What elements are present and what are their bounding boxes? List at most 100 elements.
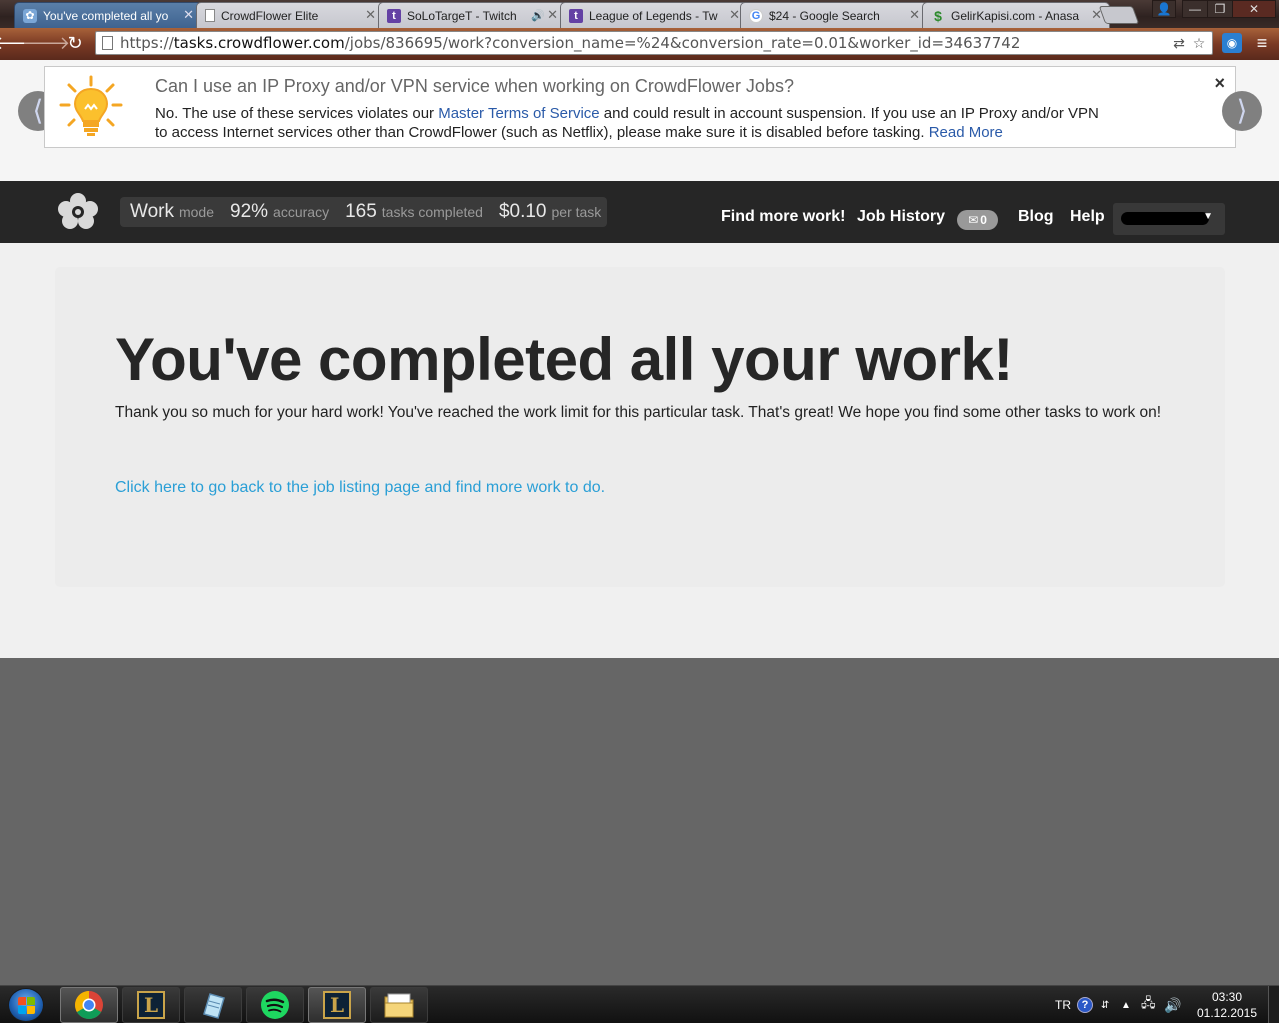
taskbar-league-client[interactable]: L [308, 987, 366, 1023]
crowdflower-logo-icon[interactable] [54, 191, 102, 231]
worker-stats-bar: Work mode 92% accuracy 165 tasks completed … [120, 197, 607, 227]
forward-arrow-icon[interactable]: 🡒 [22, 32, 70, 54]
messages-count: 0 [980, 213, 987, 227]
pay-value: $0.10 [498, 201, 547, 222]
network-icon[interactable]: 🖧 [1141, 986, 1156, 1023]
taskbar-spotify[interactable] [246, 987, 304, 1023]
show-hidden-icons-icon[interactable]: ▲ [1121, 986, 1131, 1023]
new-tab-button[interactable] [1098, 6, 1140, 24]
window-close-icon[interactable]: ✕ [1232, 0, 1276, 18]
profile-icon[interactable]: 👤 [1152, 0, 1176, 18]
translate-icon[interactable]: ⇄ [1170, 35, 1188, 53]
system-clock[interactable]: 03:30 01.12.2015 [1192, 989, 1262, 1021]
blog-link[interactable]: Blog [1018, 208, 1054, 226]
tab-crowdflower-elite[interactable]: CrowdFlower Elite ✕ [196, 2, 384, 28]
mode-value: Work [130, 201, 174, 222]
user-menu-dropdown[interactable]: ▼ [1113, 203, 1225, 235]
tab-title: SoLoTargeT - Twitch [407, 8, 517, 23]
language-indicator[interactable]: TR [1055, 986, 1071, 1023]
messages-badge[interactable]: ✉ 0 [957, 210, 998, 230]
minimize-icon[interactable]: — [1182, 0, 1208, 18]
tab-title: You've completed all yo [43, 8, 169, 23]
tab-title: $24 - Google Search [769, 8, 880, 23]
find-more-work-link[interactable]: Find more work! [721, 208, 845, 226]
start-button[interactable] [8, 988, 44, 1022]
google-favicon-icon: G [749, 8, 763, 23]
tab-twitch-lol[interactable]: t League of Legends - Tw ✕ [560, 2, 748, 28]
url-path: /jobs/836695/work?conversion_name=%24&co… [344, 34, 1021, 52]
restore-icon[interactable]: ❐ [1207, 0, 1233, 18]
input-settings-icon[interactable]: ⇵ [1101, 986, 1109, 1023]
back-to-job-listing-link[interactable]: Click here to go back to the job listing… [115, 479, 605, 497]
help-icon[interactable]: ? [1077, 986, 1093, 1023]
tab-title: CrowdFlower Elite [221, 8, 319, 23]
tab-google-search[interactable]: G $24 - Google Search ✕ [740, 2, 928, 28]
answer-text-pre: No. The use of these services violates o… [155, 105, 439, 122]
tab-gelirkapisi[interactable]: $ GelirKapisi.com - Anasa ✕ [922, 2, 1110, 28]
tab-close-icon[interactable]: ✕ [729, 7, 740, 23]
folder-icon [384, 993, 414, 1018]
tab-twitch-solotarget[interactable]: t SoLoTargeT - Twitch 🔊 ✕ [378, 2, 566, 28]
bookmark-star-icon[interactable]: ☆ [1190, 35, 1208, 53]
chrome-icon [75, 991, 103, 1019]
notepad-icon [203, 993, 225, 1019]
announcement-answer: No. The use of these services violates o… [155, 104, 1115, 142]
tab-close-icon[interactable]: ✕ [365, 7, 376, 23]
volume-icon[interactable]: 🔊 [1164, 986, 1181, 1023]
announcement-close-icon[interactable]: × [1214, 73, 1225, 94]
page-icon [102, 36, 113, 50]
mode-label: mode [178, 204, 215, 220]
audio-playing-icon: 🔊 [531, 10, 545, 22]
pay-label: per task [551, 204, 602, 220]
twitch-favicon-icon: t [387, 8, 401, 23]
address-bar[interactable]: https://tasks.crowdflower.com/jobs/83669… [95, 31, 1213, 55]
extension-icon[interactable]: ◉ [1222, 33, 1242, 53]
master-terms-link[interactable]: Master Terms of Service [438, 105, 599, 122]
dollar-favicon-icon: $ [934, 7, 942, 24]
read-more-link[interactable]: Read More [929, 124, 1003, 141]
browser-tab-strip: ✿ You've completed all yo ✕ CrowdFlower … [0, 0, 1279, 28]
browser-toolbar: 🡐 🡒 ↻ https://tasks.crowdflower.com/jobs… [0, 28, 1279, 60]
clock-date: 01.12.2015 [1196, 1006, 1258, 1020]
taskbar-chrome[interactable] [60, 987, 118, 1023]
twitch-favicon-icon: t [569, 8, 583, 23]
caret-down-icon: ▼ [1203, 211, 1213, 222]
page-title: You've completed all your work! [115, 326, 1013, 393]
mode-stat: Work mode [130, 201, 214, 223]
browser-menu-icon[interactable]: ≡ [1252, 33, 1272, 53]
accuracy-label: accuracy [273, 204, 330, 220]
crowdflower-favicon-icon: ✿ [23, 8, 37, 23]
thank-you-message: Thank you so much for your hard work! Yo… [115, 404, 1162, 421]
announcement-question: Can I use an IP Proxy and/or VPN service… [155, 76, 794, 96]
taskbar-explorer[interactable] [370, 987, 428, 1023]
completion-card: You've completed all your work! Thank yo… [55, 267, 1225, 587]
job-history-link[interactable]: Job History [857, 208, 945, 226]
taskbar-league-launcher[interactable]: L [122, 987, 180, 1023]
spotify-icon [261, 991, 289, 1019]
redacted-username [1121, 212, 1209, 225]
tab-title: League of Legends - Tw [589, 8, 718, 23]
reload-icon[interactable]: ↻ [64, 32, 86, 54]
lightbulb-icon [59, 75, 123, 136]
taskbar-notepad[interactable] [184, 987, 242, 1023]
document-favicon-icon [205, 9, 215, 22]
windows-taskbar: L L TR ? ⇵ ▲ 🖧 🔊 03:30 01.12.2015 [0, 985, 1279, 1023]
carousel-next-button[interactable]: ⟩ [1222, 91, 1262, 131]
announcement-panel: Can I use an IP Proxy and/or VPN service… [44, 66, 1236, 148]
league-of-legends-icon: L [137, 991, 165, 1019]
league-of-legends-icon: L [323, 991, 351, 1019]
envelope-icon: ✉ [968, 213, 979, 227]
web-page: ⟨ Can I use an IP Proxy and/or VPN servi… [0, 60, 1279, 658]
tasks-value: 165 [345, 201, 377, 222]
tab-close-icon[interactable]: ✕ [909, 7, 920, 23]
tasks-label: tasks completed [381, 204, 483, 220]
tab-close-icon[interactable]: ✕ [547, 7, 558, 23]
help-link[interactable]: Help [1070, 208, 1105, 226]
tasks-stat: 165 tasks completed [345, 201, 483, 223]
announcement-area: ⟨ Can I use an IP Proxy and/or VPN servi… [0, 60, 1279, 181]
accuracy-value: 92% [230, 201, 269, 222]
tab-close-icon[interactable]: ✕ [183, 7, 194, 23]
tab-youve-completed[interactable]: ✿ You've completed all yo ✕ [14, 2, 202, 28]
show-desktop-button[interactable] [1268, 986, 1279, 1023]
pay-stat: $0.10 per task [499, 201, 601, 223]
